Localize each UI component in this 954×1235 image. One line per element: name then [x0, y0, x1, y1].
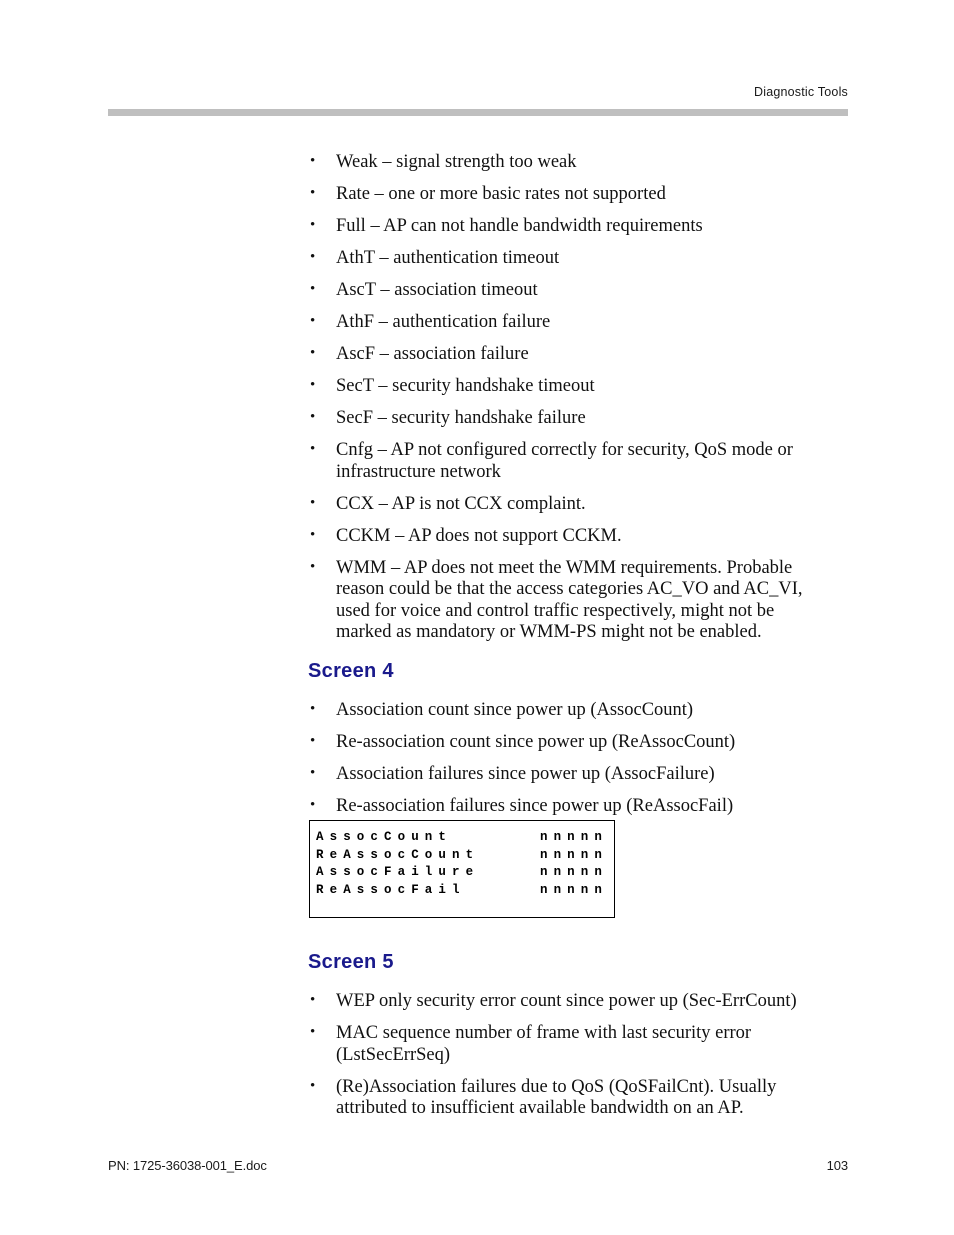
display-row-label: AssocCount: [316, 830, 453, 844]
display-row-value: nnnnn: [539, 865, 608, 879]
display-row: AssocCount nnnnn: [316, 829, 614, 847]
list-item: (Re)Association failures due to QoS (QoS…: [308, 1076, 828, 1120]
footer-page-number: 103: [826, 1158, 848, 1173]
list-item: AthT – authentication timeout: [308, 247, 828, 270]
section-heading-screen-4: Screen 4: [308, 660, 394, 682]
list-item: Rate – one or more basic rates not suppo…: [308, 183, 828, 206]
header-rule: [108, 109, 848, 116]
display-row-value: nnnnn: [539, 882, 608, 897]
list-item: MAC sequence number of frame with last s…: [308, 1022, 828, 1066]
list-item: AthF – authentication failure: [308, 311, 828, 334]
list-item: Re-association failures since power up (…: [308, 795, 828, 818]
display-row: ReAssocFail nnnnn: [316, 882, 614, 900]
section-heading-screen-5: Screen 5: [308, 951, 394, 973]
display-row-label: ReAssocFail: [316, 882, 466, 897]
list-item: Association count since power up (AssocC…: [308, 699, 828, 722]
footer-document-id: PN: 1725-36038-001_E.doc: [108, 1158, 267, 1173]
page-header: Diagnostic Tools: [108, 84, 848, 100]
list-item: Association failures since power up (Ass…: [308, 763, 828, 786]
screen-5-bullet-list: WEP only security error count since powe…: [308, 990, 828, 1130]
display-row-label: AssocFailure: [316, 865, 480, 879]
screen-4-display-box: AssocCount nnnnn ReAssocCount nnnnn Asso…: [309, 820, 615, 918]
list-item: AscF – association failure: [308, 343, 828, 366]
document-page: Diagnostic Tools Weak – signal strength …: [0, 0, 954, 1235]
list-item: AscT – association timeout: [308, 279, 828, 302]
display-row-value: nnnnn: [539, 830, 608, 844]
list-item: WMM – AP does not meet the WMM requireme…: [308, 557, 828, 644]
list-item: SecT – security handshake timeout: [308, 375, 828, 398]
list-item: Re-association count since power up (ReA…: [308, 731, 828, 754]
intro-bullet-list: Weak – signal strength too weak Rate – o…: [308, 151, 828, 654]
display-row-value: nnnnn: [539, 847, 608, 862]
list-item: Full – AP can not handle bandwidth requi…: [308, 215, 828, 238]
screen-4-bullet-list: Association count since power up (AssocC…: [308, 699, 828, 828]
list-item: CCKM – AP does not support CCKM.: [308, 525, 828, 548]
list-item: SecF – security handshake failure: [308, 407, 828, 430]
list-item: Weak – signal strength too weak: [308, 151, 828, 174]
display-row: AssocFailure nnnnn: [316, 864, 614, 882]
list-item: WEP only security error count since powe…: [308, 990, 828, 1013]
display-row-label: ReAssocCount: [316, 847, 480, 862]
list-item: Cnfg – AP not configured correctly for s…: [308, 439, 828, 483]
list-item: CCX – AP is not CCX complaint.: [308, 493, 828, 516]
page-footer: PN: 1725-36038-001_E.doc 103: [108, 1158, 848, 1173]
display-row: ReAssocCount nnnnn: [316, 847, 614, 865]
header-title: Diagnostic Tools: [754, 85, 848, 99]
